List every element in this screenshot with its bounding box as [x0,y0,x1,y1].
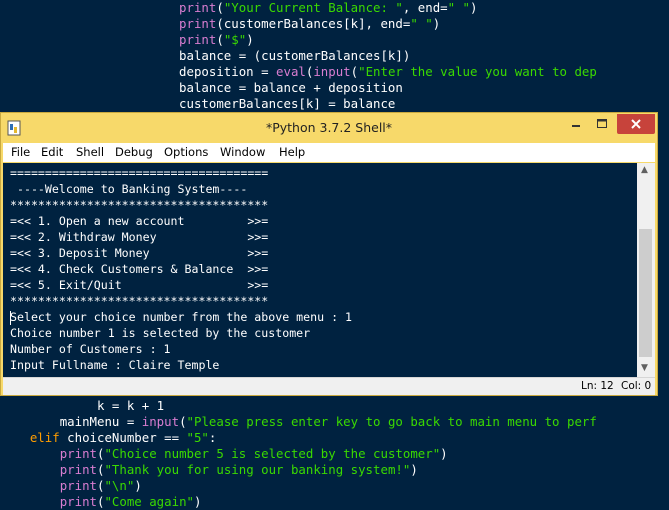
window-title: *Python 3.7.2 Shell* [265,120,393,135]
code-token: "Come again" [104,494,194,509]
shell-line: ===================================== [10,166,269,180]
code-line: mainMenu = input("Please press enter key… [0,414,597,430]
code-token: "Enter the value you want to dep [358,64,597,79]
code-token: ( [216,0,224,15]
code-line: k = k + 1 [0,398,164,414]
close-button[interactable] [617,114,655,134]
shell-line: Input Fullname : Claire Temple [10,358,220,372]
shell-output[interactable]: ===================================== --… [3,163,637,377]
code-token: : [208,430,217,445]
code-token: (customerBalances[k], end= [216,16,411,31]
code-token: ) [194,494,202,509]
shell-line: ************************************* [10,198,269,212]
code-token: mainMenu = [59,414,142,429]
shell-line: =<< 3. Deposit Money >>= [10,246,269,260]
code-token: " " [410,16,433,31]
code-line: print("Choice number 5 is selected by th… [0,446,448,462]
minimize-icon [572,125,580,127]
menu-shell[interactable]: Shell [76,145,104,159]
code-token: balance = (customerBalances[k]) [179,48,411,63]
minimize-button[interactable] [563,114,589,134]
code-token: "Your Current Balance: " [223,0,403,15]
code-line: balance = (customerBalances[k]) [0,48,410,64]
shell-line: =<< 2. Withdraw Money >>= [10,230,269,244]
shell-line: ************************************* [10,294,269,308]
code-token: "\n" [104,478,135,493]
code-token: ( [350,64,359,79]
python-shell-window: *Python 3.7.2 Shell* File Edit Shell Deb… [0,112,658,396]
code-token: choiceNumber == [59,430,187,445]
title-bar[interactable]: *Python 3.7.2 Shell* [1,113,657,143]
code-token: k = k + 1 [96,398,165,413]
code-token: ) [440,446,448,461]
menu-window[interactable]: Window [220,145,265,159]
code-token: "Please press enter key to go back to ma… [186,414,597,429]
code-line: print("Thank you for using our banking s… [0,462,418,478]
close-icon [631,119,641,129]
menu-options[interactable]: Options [164,145,208,159]
vertical-scrollbar[interactable]: ▲ ▼ [637,163,655,377]
menu-debug[interactable]: Debug [115,145,153,159]
code-token: print [59,494,97,509]
code-token: ) [470,0,478,15]
code-line: elif choiceNumber == "5": [0,430,217,446]
code-token: "Choice number 5 is selected by the cust… [104,446,441,461]
code-line: print("\n") [0,478,142,494]
code-token: ) [134,478,142,493]
code-token: ) [246,32,254,47]
code-token: input [313,64,351,79]
code-token: print [179,32,217,47]
code-token: eval [276,64,306,79]
scrollbar-thumb[interactable] [639,229,652,357]
menu-bar: File Edit Shell Debug Options Window Hel… [3,143,655,162]
code-token: print [59,462,97,477]
code-token: customerBalances[k] = balance [179,96,396,111]
code-token: , end= [402,0,448,15]
menu-help[interactable]: Help [279,145,305,159]
scroll-down-icon[interactable]: ▼ [641,363,648,373]
code-line: deposition = eval(input("Enter the value… [0,64,597,80]
code-token: print [179,16,217,31]
shell-line: =<< 1. Open a new account >>= [10,214,269,228]
code-token: deposition = [179,64,277,79]
status-bar: Ln: 12 Col: 0 [3,377,655,395]
code-token: elif [29,430,60,445]
column-number: Col: 0 [621,380,652,392]
code-token: "$" [223,32,247,47]
code-token: print [59,478,97,493]
code-token: "Thank you for using our banking system!… [104,462,411,477]
menu-file[interactable]: File [11,145,30,159]
shell-line: Number of Customers : 1 [10,342,171,356]
code-token: ) [432,16,441,31]
code-line: print(customerBalances[k], end=" ") [0,16,440,32]
shell-line: ----Welcome to Banking System---- [10,182,248,196]
line-number: Ln: 12 [581,380,614,392]
code-token: balance = balance + deposition [179,80,403,95]
shell-line: Choice number 1 is selected by the custo… [10,326,311,340]
code-token: "5" [186,430,209,445]
scroll-up-icon[interactable]: ▲ [641,165,648,175]
code-line: print("$") [0,32,254,48]
code-token: input [141,414,180,429]
code-line: customerBalances[k] = balance [0,96,395,112]
shell-line: =<< 4. Check Customers & Balance >>= [10,262,269,276]
shell-line: =<< 5. Exit/Quit >>= [10,278,269,292]
code-token: ( [216,32,224,47]
code-token: " " [447,0,471,15]
code-line: print("Your Current Balance: ", end=" ") [0,0,478,16]
code-token: ( [179,414,187,429]
code-token: ) [410,462,418,477]
shell-line: Select your choice number from the above… [10,310,353,324]
maximize-button[interactable] [589,114,615,134]
maximize-icon [597,119,607,128]
code-token: print [59,446,97,461]
code-token: print [179,0,217,15]
menu-edit[interactable]: Edit [41,145,63,159]
code-line: balance = balance + deposition [0,80,403,96]
